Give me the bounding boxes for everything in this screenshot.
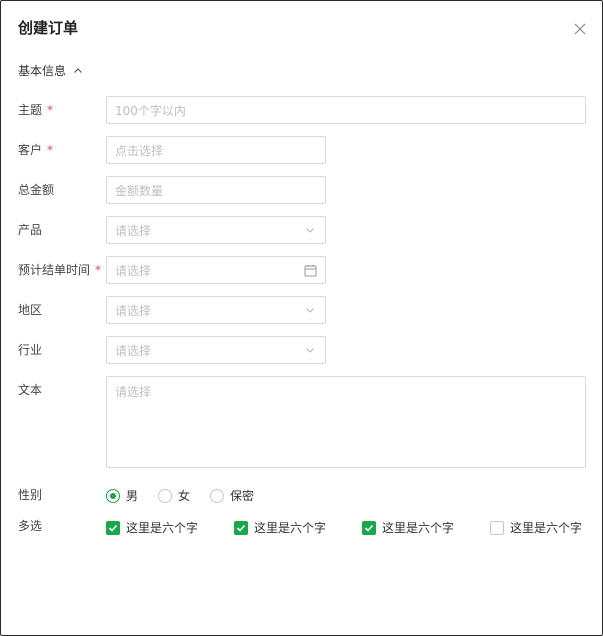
- customer-placeholder: 点击选择: [115, 143, 164, 158]
- gender-option-label: 女: [178, 489, 191, 503]
- text-area[interactable]: 请选择: [106, 376, 586, 468]
- chevron-down-icon: [303, 303, 317, 317]
- section-basic-info-toggle[interactable]: 基本信息: [18, 62, 84, 80]
- region-label: 地区: [18, 303, 43, 317]
- checkbox-checked: [106, 521, 120, 535]
- gender-label: 性别: [18, 488, 43, 502]
- total-amount-placeholder: 金额数量: [115, 183, 164, 198]
- subject-placeholder: 100个字以内: [115, 103, 186, 118]
- check-icon: [236, 524, 246, 532]
- gender-radio-group: 男 女 保密: [106, 487, 274, 505]
- checkbox-option-3[interactable]: 这里是六个字: [362, 519, 454, 537]
- subject-label-text: 主题: [18, 103, 43, 117]
- radio-button: [158, 489, 173, 503]
- required-mark: *: [47, 103, 54, 117]
- region-placeholder: 请选择: [115, 303, 152, 318]
- subject-input[interactable]: 100个字以内: [106, 96, 586, 124]
- chevron-up-icon: [74, 68, 82, 73]
- product-placeholder: 请选择: [115, 223, 152, 238]
- close-icon: [574, 23, 586, 35]
- checkbox-unchecked: [490, 521, 504, 535]
- radio-button-checked: [106, 489, 120, 503]
- checkbox-option-2[interactable]: 这里是六个字: [234, 519, 326, 537]
- close-date-label: 预计结单时间 *: [18, 261, 101, 279]
- industry-select[interactable]: 请选择: [106, 336, 326, 364]
- gender-option-female[interactable]: 女: [158, 487, 190, 505]
- check-icon: [108, 524, 118, 532]
- gender-option-private[interactable]: 保密: [210, 487, 254, 505]
- industry-placeholder: 请选择: [115, 343, 152, 358]
- gender-option-male[interactable]: 男: [106, 487, 138, 505]
- text-label: 文本: [18, 383, 43, 397]
- multi-checkbox-group: 这里是六个字 这里是六个字 这里是六个字 这里是六个字: [106, 519, 596, 537]
- customer-input[interactable]: 点击选择: [106, 136, 326, 164]
- chevron-down-icon: [303, 343, 317, 357]
- close-date-picker[interactable]: 请选择: [106, 256, 326, 284]
- close-date-label-text: 预计结单时间: [18, 263, 91, 277]
- radio-button: [210, 489, 225, 503]
- industry-label: 行业: [18, 343, 43, 357]
- subject-label: 主题 *: [18, 101, 53, 119]
- close-button[interactable]: [572, 21, 588, 37]
- gender-option-label: 男: [126, 489, 139, 503]
- dialog-title: 创建订单: [18, 19, 79, 37]
- close-date-placeholder: 请选择: [115, 263, 152, 278]
- product-label: 产品: [18, 223, 43, 237]
- multi-select-label: 多选: [18, 519, 43, 533]
- required-mark: *: [47, 143, 54, 157]
- checkbox-option-1[interactable]: 这里是六个字: [106, 519, 198, 537]
- chevron-down-icon: [303, 223, 317, 237]
- checkbox-checked: [362, 521, 376, 535]
- gender-option-label: 保密: [230, 489, 255, 503]
- customer-label-text: 客户: [18, 143, 43, 157]
- calendar-icon: [303, 263, 317, 277]
- checkbox-label: 这里是六个字: [510, 521, 583, 535]
- checkbox-checked: [234, 521, 248, 535]
- checkbox-label: 这里是六个字: [382, 521, 455, 535]
- region-select[interactable]: 请选择: [106, 296, 326, 324]
- create-order-dialog: 创建订单 基本信息 主题 * 100个字以内 客户 * 点击选择 总金额 金额数量 …: [0, 0, 603, 636]
- total-amount-label: 总金额: [18, 183, 55, 197]
- product-select[interactable]: 请选择: [106, 216, 326, 244]
- check-icon: [364, 524, 374, 532]
- text-placeholder: 请选择: [115, 385, 152, 399]
- checkbox-label: 这里是六个字: [126, 521, 199, 535]
- checkbox-label: 这里是六个字: [254, 521, 327, 535]
- required-mark: *: [95, 263, 102, 277]
- section-title: 基本信息: [18, 64, 67, 78]
- customer-label: 客户 *: [18, 141, 53, 159]
- checkbox-option-4[interactable]: 这里是六个字: [490, 519, 582, 537]
- total-amount-input[interactable]: 金额数量: [106, 176, 326, 204]
